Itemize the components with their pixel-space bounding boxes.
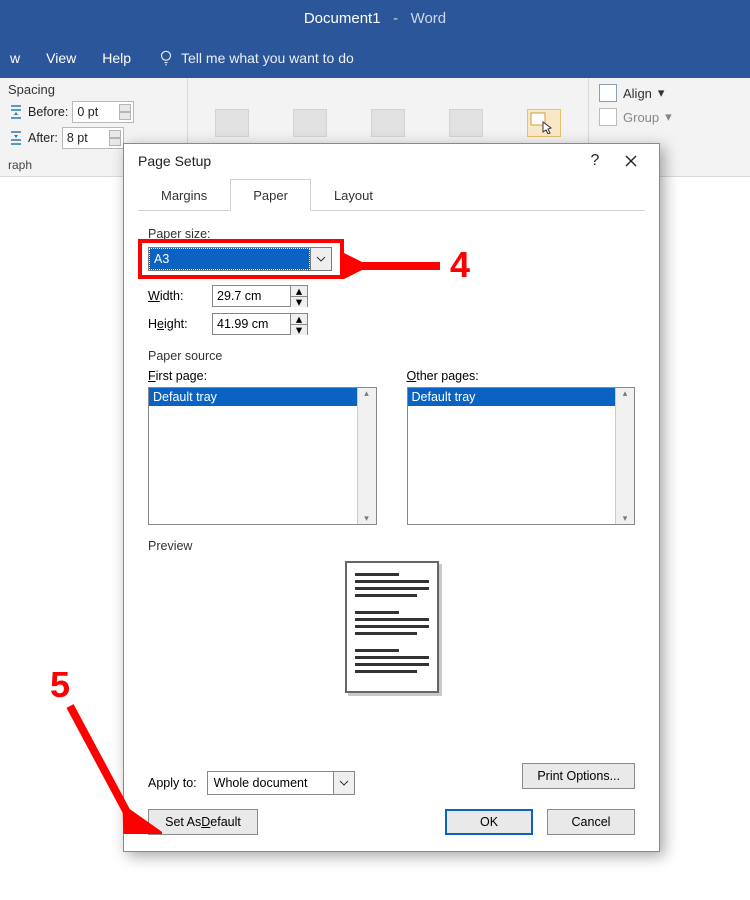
spacing-before-icon (8, 104, 24, 120)
spacing-heading: Spacing (8, 82, 179, 97)
chevron-down-icon (316, 256, 326, 262)
chevron-down-icon: ▾ (658, 85, 665, 101)
chevron-down-icon: ▾ (665, 109, 672, 125)
set-as-default-button[interactable]: Set As Default (148, 809, 258, 835)
first-page-listbox[interactable]: Default tray ▴▾ (148, 387, 377, 525)
list-item[interactable]: Default tray (149, 388, 358, 406)
height-input[interactable]: 41.99 cm ▴▾ (212, 313, 308, 335)
paper-source-label: Paper source (148, 349, 635, 363)
scrollbar[interactable]: ▴▾ (357, 388, 376, 524)
paper-size-combo[interactable]: A3 (148, 247, 332, 271)
doc-title: Document1 (304, 10, 381, 27)
after-label: After: (28, 131, 58, 145)
print-options-button[interactable]: Print Options... (522, 763, 635, 789)
apply-to-combo[interactable]: Whole document (207, 771, 355, 795)
chevron-down-icon (339, 780, 349, 786)
app-titlebar: Document1 - Word (0, 0, 750, 38)
width-label: Width: (148, 289, 202, 303)
before-input[interactable]: 0 pt (72, 101, 134, 123)
dialog-titlebar: Page Setup ? (124, 144, 659, 178)
annotation-number-5: 5 (50, 664, 70, 706)
preview-label: Preview (148, 539, 635, 553)
preview-thumbnail (345, 561, 439, 693)
list-item[interactable]: Default tray (408, 388, 617, 406)
apply-to-label: Apply to: (148, 776, 197, 790)
paper-size-label: Paper size: (148, 227, 635, 241)
height-label: Height: (148, 317, 202, 331)
other-pages-listbox[interactable]: Default tray ▴▾ (407, 387, 636, 525)
dialog-tabs: Margins Paper Layout (138, 178, 645, 211)
tab-margins[interactable]: Margins (138, 179, 230, 211)
tab-paper[interactable]: Paper (230, 179, 311, 211)
menu-item[interactable]: w (10, 50, 20, 66)
annotation-number-4: 4 (450, 244, 470, 286)
other-pages-label: Other pages: (407, 369, 636, 383)
page-setup-dialog: Page Setup ? Margins Paper Layout Paper … (123, 143, 660, 852)
tell-me-search[interactable]: Tell me what you want to do (157, 49, 354, 67)
tab-layout[interactable]: Layout (311, 179, 396, 211)
combo-dropdown-button[interactable] (310, 248, 331, 270)
app-name: Word (411, 10, 447, 27)
width-input[interactable]: 29.7 cm ▴▾ (212, 285, 308, 307)
after-input[interactable]: 8 pt (62, 127, 124, 149)
combo-dropdown-button[interactable] (333, 772, 354, 794)
align-icon (599, 84, 617, 102)
group-icon (599, 108, 617, 126)
align-menu[interactable]: Align ▾ (599, 84, 672, 102)
group-menu: Group ▾ (599, 108, 672, 126)
paper-size-value: A3 (149, 248, 310, 270)
menu-item-help[interactable]: Help (102, 50, 131, 66)
dialog-title: Page Setup (138, 153, 577, 169)
ok-button[interactable]: OK (445, 809, 533, 835)
app-menubar: w View Help Tell me what you want to do (0, 38, 750, 78)
spacing-after-icon (8, 130, 24, 146)
close-button[interactable] (613, 147, 649, 175)
before-label: Before: (28, 105, 68, 119)
scrollbar[interactable]: ▴▾ (615, 388, 634, 524)
menu-item-view[interactable]: View (46, 50, 76, 66)
close-icon (625, 155, 637, 167)
cancel-button[interactable]: Cancel (547, 809, 635, 835)
help-button[interactable]: ? (577, 147, 613, 175)
first-page-label: First page: (148, 369, 377, 383)
